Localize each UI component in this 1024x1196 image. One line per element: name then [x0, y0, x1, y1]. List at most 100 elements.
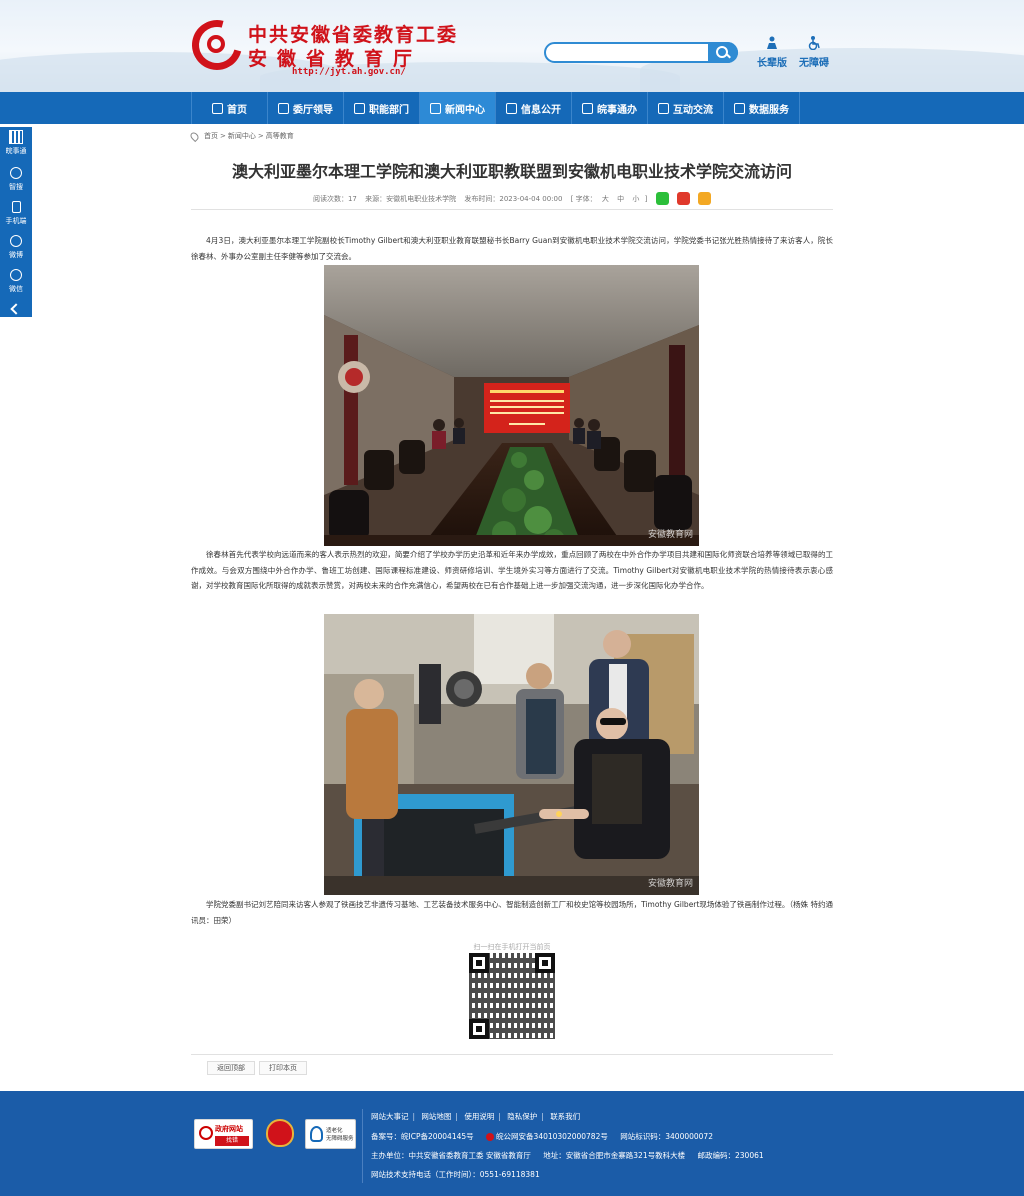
- site-footer: 政府网站 找错 适老化 无障碍服务 网站大事记 | 网站地图 | 使用说明 | 隐私保…: [0, 1091, 1024, 1196]
- support-phone: 0551-69118381: [479, 1170, 540, 1179]
- article-title: 澳大利亚墨尔本理工学院和澳大利亚职教联盟到安徽机电职业技术学院交流访问: [231, 162, 792, 181]
- search-icon[interactable]: [708, 42, 738, 63]
- data-icon: [734, 102, 745, 114]
- views-count: 17: [347, 194, 357, 203]
- breadcrumb: 首页 > 新闻中心 > 高等教育: [188, 130, 294, 142]
- qr-caption: 扫一扫在手机打开当前页: [473, 943, 551, 951]
- meeting-photo-image: [324, 265, 699, 546]
- location-icon: [188, 130, 201, 142]
- weibo-share-icon[interactable]: [676, 192, 690, 205]
- departments-icon: [354, 102, 365, 114]
- font-mid-button[interactable]: 中: [617, 195, 624, 203]
- mobile-icon: [11, 201, 21, 213]
- breadcrumb-separator: >: [220, 132, 226, 140]
- nav-item-departments[interactable]: 职能部门: [344, 92, 420, 124]
- police-badge-icon: [486, 1133, 495, 1141]
- home-icon: [212, 102, 223, 114]
- footer-link-guide[interactable]: 使用说明: [464, 1112, 494, 1121]
- footer-registration: 备案号：皖ICP备20004145号 皖公网安备34010302000782号 …: [371, 1132, 713, 1141]
- wechat-icon: [10, 269, 22, 281]
- qr-finder: [469, 1019, 489, 1039]
- workshop-photo-image: [324, 614, 699, 895]
- accessibility-button[interactable]: 无障碍: [792, 36, 836, 69]
- logo-url: http://jyt.ah.gov.cn/: [292, 67, 406, 77]
- footer-link-contact[interactable]: 联系我们: [550, 1112, 580, 1121]
- elder-mode-button[interactable]: 长辈版: [750, 36, 794, 69]
- article-paragraph-2: 徐春林首先代表学校向远道而来的客人表示热烈的欢迎，简要介绍了学校办学历史沿革和近…: [191, 550, 833, 590]
- site-header: 中共安徽省委教育工委 安徽省教育厅 http://jyt.ah.gov.cn/ …: [0, 0, 1024, 92]
- float-item-mobile[interactable]: 手机端: [0, 195, 32, 229]
- footer-host-info: 主办单位：中共安徽省委教育工委 安徽省教育厅 地址：安徽省合肥市金寨路321号教…: [371, 1151, 764, 1160]
- magnifier-icon: [199, 1126, 213, 1140]
- search-icon: [10, 167, 22, 179]
- elder-icon: [767, 36, 777, 49]
- nav-item-news[interactable]: 新闻中心: [420, 92, 496, 124]
- collapse-button[interactable]: [0, 303, 32, 315]
- postal-code: 230061: [735, 1151, 764, 1160]
- date-meta: 发布时间：2023-04-04 00:00: [464, 194, 563, 203]
- back-to-top-button[interactable]: 返回顶部: [207, 1061, 255, 1075]
- nav-item-disclosure[interactable]: 信息公开: [496, 92, 572, 124]
- photo-watermark: 安徽教育网: [647, 879, 693, 889]
- logo-e-inner-icon: [207, 35, 225, 53]
- wheelchair-icon: [808, 36, 820, 50]
- chat-icon: [658, 102, 669, 114]
- accessibility-service-badge[interactable]: 适老化 无障碍服务: [305, 1119, 356, 1149]
- footer-link-events[interactable]: 网站大事记: [371, 1112, 409, 1121]
- nav-item-services[interactable]: 皖事通办: [572, 92, 648, 124]
- breadcrumb-separator: >: [257, 132, 264, 140]
- breadcrumb-home[interactable]: 首页: [204, 131, 218, 141]
- qzone-share-icon[interactable]: [698, 192, 712, 205]
- main-nav: 首页 委厅领导 职能部门 新闻中心 信息公开 皖事通办 互动交流 数据服务: [0, 92, 1024, 124]
- footer-separator: [362, 1109, 363, 1183]
- article-paragraph-1: 4月3日，澳大利亚墨尔本理工学院副校长Timothy Gilbert和澳大利亚职…: [191, 236, 833, 261]
- qr-icon: [9, 130, 23, 144]
- content-divider: [191, 1054, 833, 1055]
- footer-link-sitemap[interactable]: 网站地图: [421, 1112, 451, 1121]
- photo-watermark: 安徽教育网: [647, 530, 693, 540]
- footer-link-privacy[interactable]: 隐私保护: [507, 1112, 537, 1121]
- date-value: 2023-04-04 00:00: [499, 194, 563, 203]
- footer-support-phone: 网站技术支持电话（工作时间）：0551-69118381: [371, 1170, 540, 1179]
- meeting-photo: 安徽教育网: [324, 265, 699, 546]
- site-logo[interactable]: 中共安徽省委教育工委 安徽省教育厅 http://jyt.ah.gov.cn/: [182, 10, 462, 80]
- nav-item-data[interactable]: 数据服务: [724, 92, 800, 124]
- site-code: 3400000072: [665, 1132, 713, 1141]
- gov-site-error-badge[interactable]: 政府网站 找错: [194, 1119, 253, 1149]
- host-address: 安徽省合肥市金寨路321号教科大楼: [565, 1151, 686, 1160]
- wechat-share-icon[interactable]: [655, 192, 669, 205]
- leaders-icon: [278, 102, 289, 114]
- font-small-button[interactable]: 小: [632, 195, 639, 203]
- search-input[interactable]: [544, 42, 738, 63]
- float-item-wechat[interactable]: 微信: [0, 263, 32, 297]
- logo-line1: 中共安徽省委教育工委: [248, 24, 459, 46]
- nav-item-home[interactable]: 首页: [191, 92, 268, 124]
- font-large-button[interactable]: 大: [602, 195, 609, 203]
- title-divider: [191, 209, 833, 210]
- nav-item-leaders[interactable]: 委厅领导: [268, 92, 344, 124]
- nav-item-interaction[interactable]: 互动交流: [648, 92, 724, 124]
- font-size-control: [ 字体： 大 中 小 ]: [570, 194, 648, 203]
- disclosure-icon: [506, 102, 517, 114]
- source-meta: 来源：安徽机电职业技术学院: [365, 194, 457, 203]
- chevron-left-icon: [10, 303, 22, 315]
- icp-link[interactable]: 皖ICP备20004145号: [401, 1132, 474, 1141]
- breadcrumb-current[interactable]: 高等教育: [266, 131, 294, 141]
- qr-finder: [535, 953, 555, 973]
- party-org-badge[interactable]: [266, 1119, 296, 1149]
- footer-links: 网站大事记 | 网站地图 | 使用说明 | 隐私保护 | 联系我们: [371, 1112, 581, 1121]
- weibo-icon: [10, 235, 22, 247]
- breadcrumb-section[interactable]: 新闻中心: [228, 131, 256, 141]
- float-item-wanshitong[interactable]: 皖事通: [0, 127, 32, 161]
- views-meta: 阅读次数：17: [312, 194, 357, 203]
- print-button[interactable]: 打印本页: [259, 1061, 307, 1075]
- elder-mode-label: 长辈版: [757, 58, 787, 69]
- float-item-search[interactable]: 智搜: [0, 161, 32, 195]
- police-record[interactable]: 皖公网安备34010302000782号: [486, 1132, 608, 1141]
- services-icon: [582, 102, 593, 114]
- workshop-photo: 安徽教育网: [324, 614, 699, 895]
- qr-finder: [469, 953, 489, 973]
- accessibility-label: 无障碍: [799, 58, 829, 69]
- party-emblem-icon: [266, 1119, 294, 1147]
- float-item-weibo[interactable]: 微博: [0, 229, 32, 263]
